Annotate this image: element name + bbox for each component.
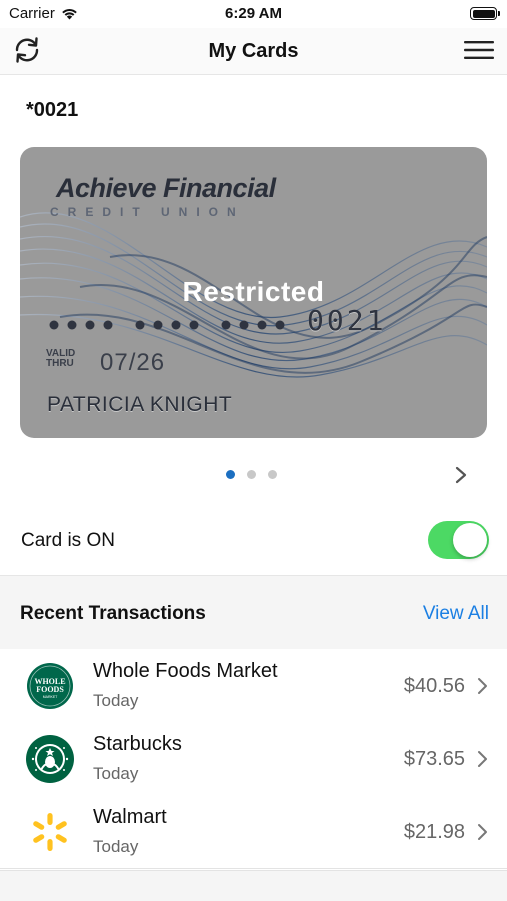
view-all-link[interactable]: View All: [423, 603, 489, 625]
chevron-right-icon[interactable]: [454, 465, 468, 485]
status-time: 6:29 AM: [225, 5, 282, 22]
transaction-amount: $21.98: [403, 821, 465, 843]
transaction-row[interactable]: WHOLE FOODS MARKET Whole Foods Market To…: [0, 649, 507, 723]
toggle-knob: [453, 523, 487, 557]
card-expiry: 07/26: [100, 349, 166, 376]
svg-text:FOODS: FOODS: [36, 685, 64, 694]
card-issuer-subtitle: CREDIT UNION: [50, 205, 245, 219]
pager-dot-active[interactable]: [226, 470, 235, 479]
pager-dot[interactable]: [247, 470, 256, 479]
transaction-row[interactable]: Starbucks Today $73.65: [0, 722, 507, 796]
chevron-right-icon: [478, 678, 487, 694]
whole-foods-logo-icon: WHOLE FOODS MARKET: [27, 663, 73, 709]
transaction-amount: $40.56: [403, 675, 465, 697]
hamburger-menu-icon[interactable]: [464, 41, 494, 59]
transaction-merchant: Whole Foods Market: [93, 660, 278, 682]
chevron-right-icon: [478, 824, 487, 840]
page-title: My Cards: [208, 40, 299, 62]
chevron-right-icon: [478, 751, 487, 767]
card-masked-number: *0021: [26, 99, 79, 121]
transaction-date: Today: [93, 837, 139, 856]
transaction-merchant: Walmart: [93, 806, 167, 828]
card-masked-digits: [48, 319, 308, 331]
card-status-label: Card is ON: [21, 530, 115, 551]
valid-thru-label: VALID THRU: [46, 348, 76, 369]
masked-digit-dots: [49, 320, 285, 330]
transaction-date: Today: [93, 691, 139, 710]
transaction-merchant: Starbucks: [93, 733, 182, 755]
card-image[interactable]: Achieve Financial CREDIT UNION 0021 VALI…: [20, 147, 487, 438]
transaction-date: Today: [93, 764, 139, 783]
recent-transactions-header: Recent Transactions View All: [0, 575, 507, 650]
navigation-bar: My Cards: [0, 28, 507, 75]
card-carousel-pager[interactable]: [226, 470, 277, 479]
card-status-row: Card is ON: [0, 505, 507, 575]
svg-text:MARKET: MARKET: [43, 695, 58, 699]
walmart-spark-icon: [33, 813, 67, 851]
starbucks-logo-icon: [26, 735, 74, 783]
card-issuer-brand: Achieve Financial: [56, 173, 276, 203]
next-section-header: [0, 870, 507, 901]
card-restricted-overlay: Restricted: [182, 276, 325, 307]
card-holder-name: PATRICIA KNIGHT: [47, 393, 233, 416]
battery-icon: [470, 7, 500, 20]
pager-dot[interactable]: [268, 470, 277, 479]
transaction-row[interactable]: Walmart Today $21.98: [0, 795, 507, 869]
card-on-toggle[interactable]: [428, 521, 489, 559]
card-last-four-text: 0021: [307, 304, 387, 337]
transaction-amount: $73.65: [403, 748, 465, 770]
recent-transactions-title: Recent Transactions: [20, 603, 206, 624]
status-bar: Carrier 6:29 AM: [0, 0, 507, 28]
card-last-four: 0021: [307, 304, 386, 337]
